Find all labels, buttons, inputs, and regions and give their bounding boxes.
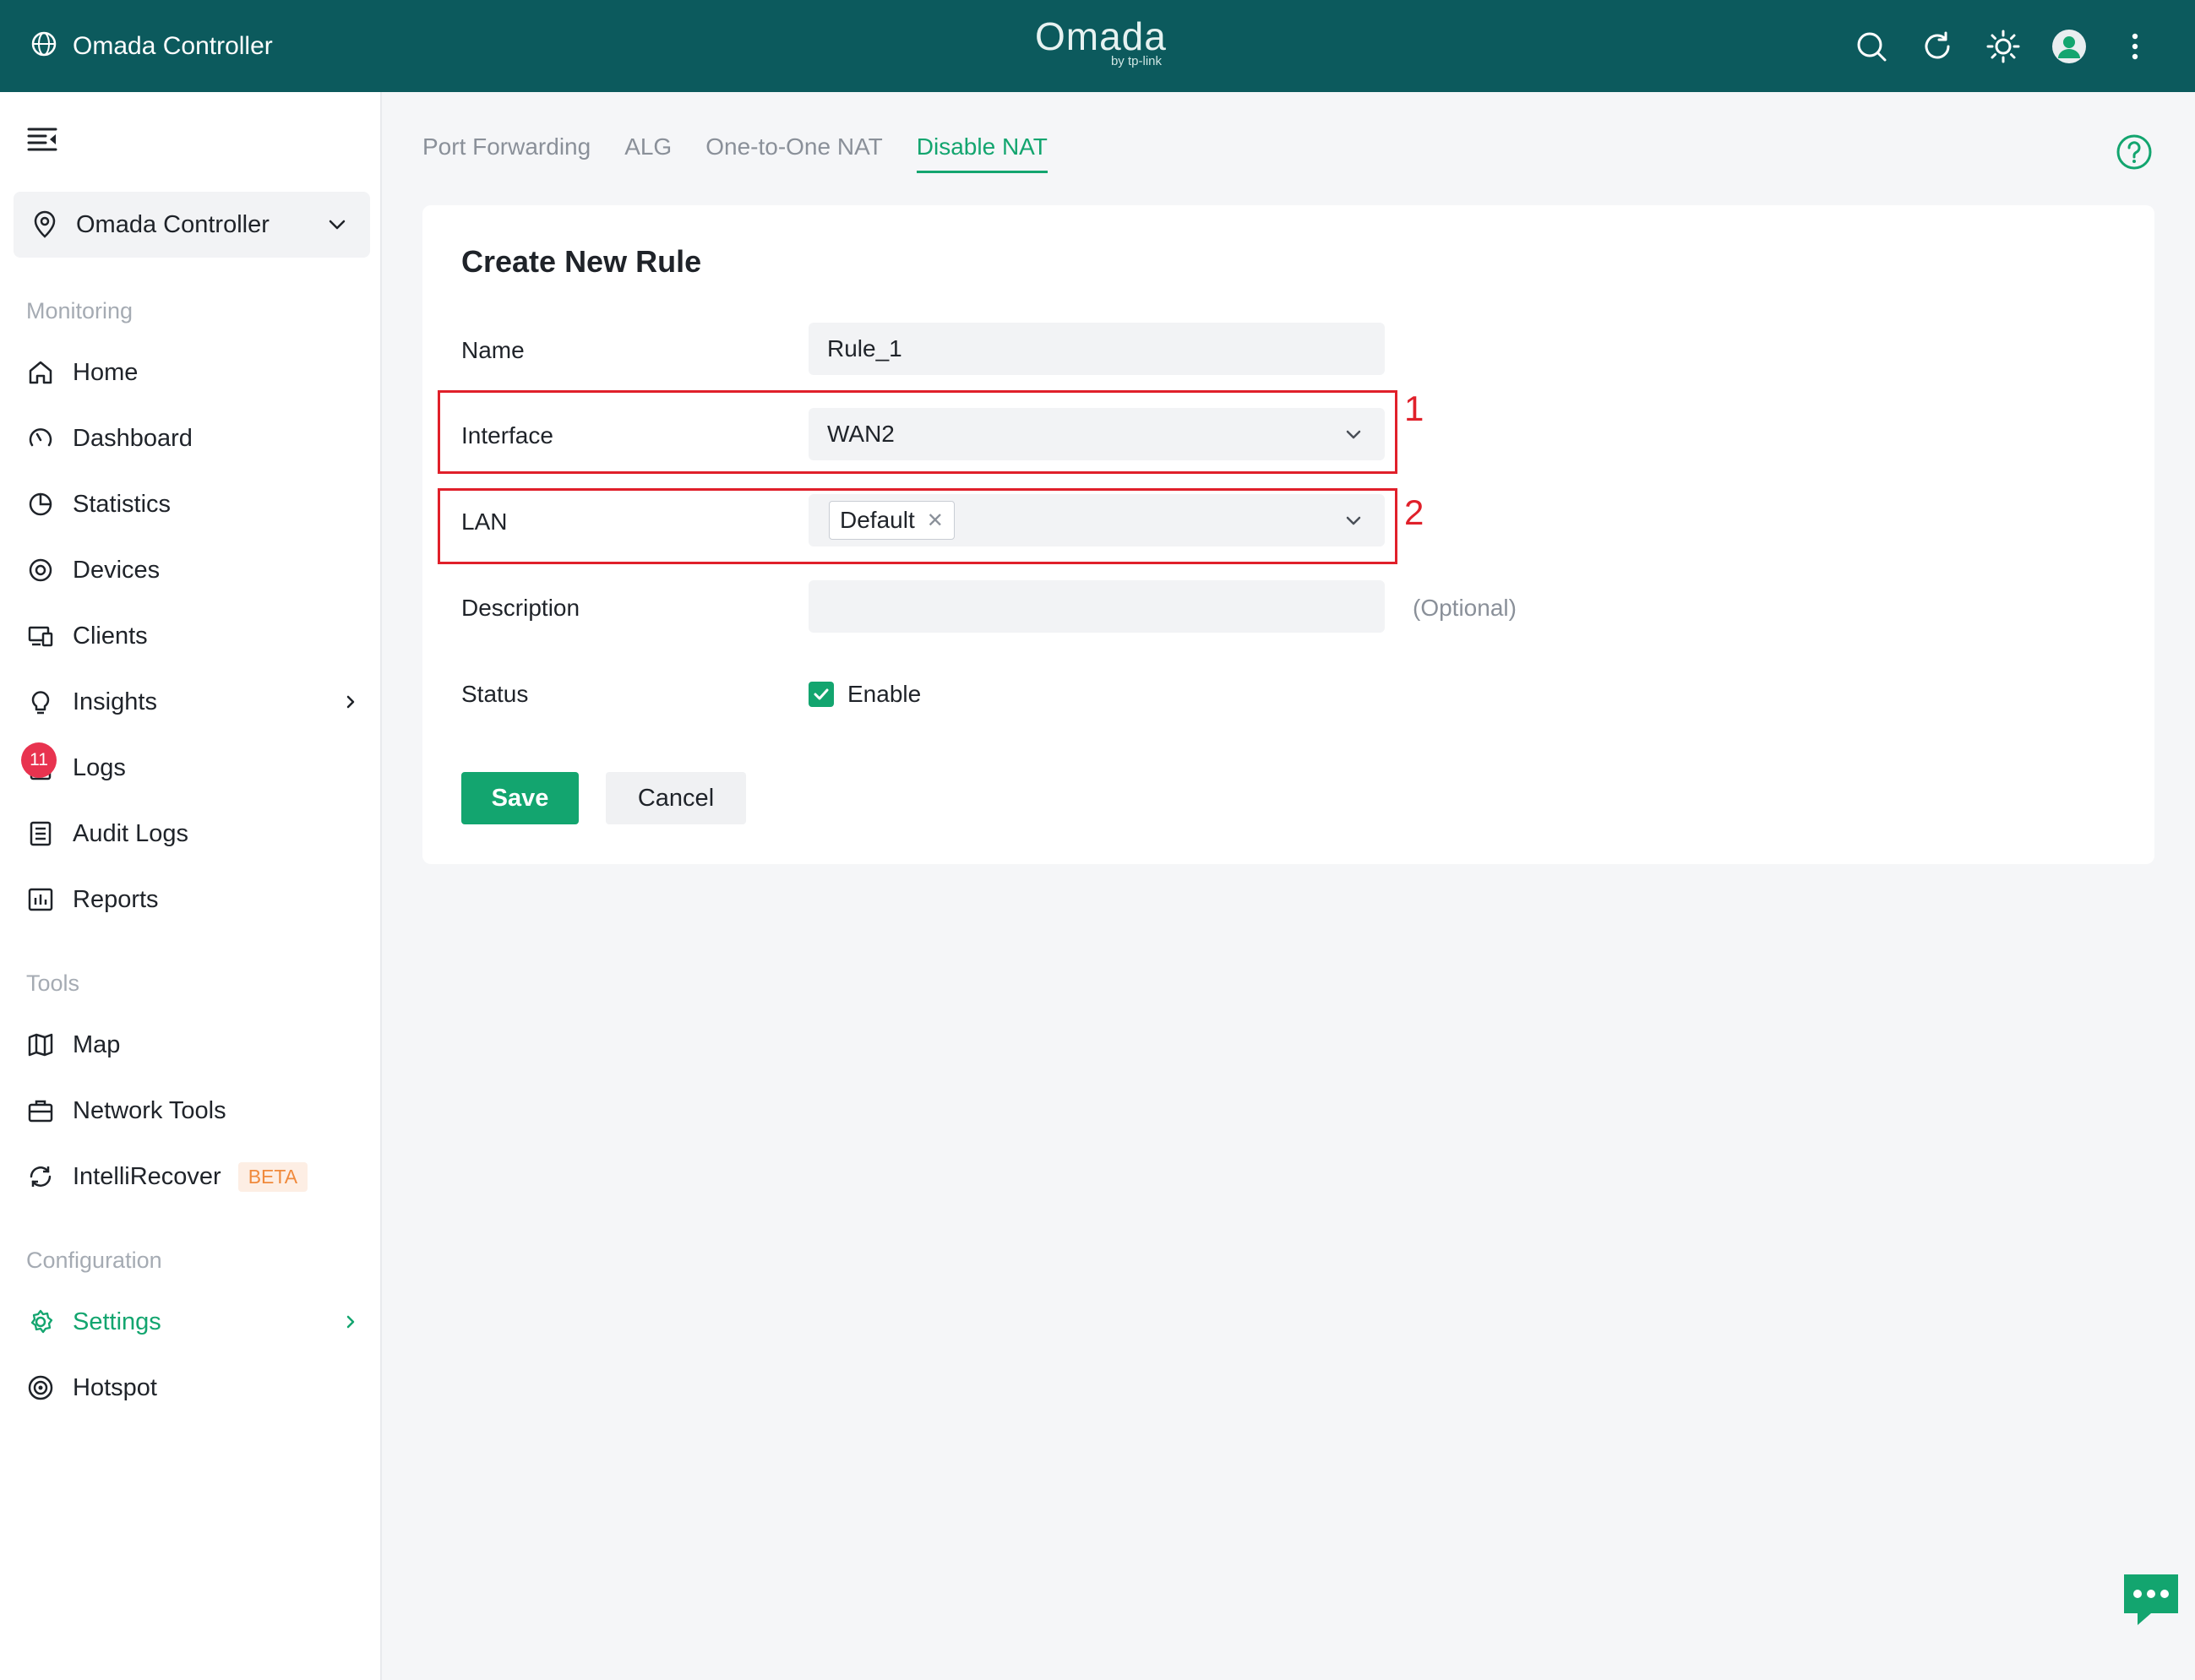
hotspot-icon bbox=[25, 1373, 56, 1403]
section-tools: Tools bbox=[26, 970, 80, 996]
reports-icon bbox=[25, 884, 56, 915]
chevron-down-icon bbox=[324, 212, 350, 237]
section-configuration: Configuration bbox=[26, 1248, 162, 1273]
dashboard-icon bbox=[25, 423, 56, 454]
description-label: Description bbox=[461, 595, 580, 621]
sidebar-item-label: Logs bbox=[73, 753, 126, 781]
cancel-button[interactable]: Cancel bbox=[606, 772, 746, 824]
sidebar-item-label: Network Tools bbox=[73, 1096, 226, 1124]
save-button[interactable]: Save bbox=[461, 772, 579, 824]
section-monitoring: Monitoring bbox=[26, 298, 133, 323]
beta-badge: BETA bbox=[237, 1161, 308, 1192]
audit-logs-icon bbox=[25, 818, 56, 849]
toolbox-icon bbox=[25, 1096, 56, 1126]
sidebar-item-label: Dashboard bbox=[73, 424, 193, 452]
sidebar-item-home[interactable]: Home bbox=[25, 347, 363, 398]
sidebar-item-hotspot[interactable]: Hotspot bbox=[25, 1362, 363, 1413]
sidebar-item-clients[interactable]: Clients bbox=[25, 611, 363, 661]
enable-checkbox[interactable] bbox=[809, 682, 834, 707]
clients-icon bbox=[25, 621, 56, 651]
chevron-right-icon bbox=[338, 1309, 363, 1335]
name-value: Rule_1 bbox=[827, 335, 902, 362]
sidebar-item-label: Clients bbox=[73, 622, 148, 650]
avatar[interactable] bbox=[2048, 25, 2090, 68]
chevron-right-icon bbox=[338, 689, 363, 715]
status-label: Status bbox=[461, 681, 529, 707]
annotation-box-2 bbox=[438, 488, 1397, 564]
name-input[interactable]: Rule_1 bbox=[809, 323, 1385, 375]
map-icon bbox=[25, 1030, 56, 1060]
sidebar-item-insights[interactable]: Insights bbox=[25, 677, 363, 727]
sidebar-item-label: IntelliRecover bbox=[73, 1162, 221, 1190]
lightbulb-icon bbox=[25, 687, 56, 717]
app-title: Omada Controller bbox=[73, 31, 273, 60]
chat-support-icon[interactable] bbox=[2121, 1571, 2181, 1628]
nat-tabs: Port Forwarding ALG One-to-One NAT Disab… bbox=[422, 133, 1048, 173]
sidebar-item-label: Home bbox=[73, 358, 139, 386]
globe-icon bbox=[30, 30, 57, 62]
sidebar-item-intellirecover[interactable]: IntelliRecover BETA bbox=[25, 1151, 363, 1202]
name-label: Name bbox=[461, 337, 525, 363]
form-title: Create New Rule bbox=[461, 244, 702, 279]
search-icon[interactable] bbox=[1850, 25, 1893, 68]
sidebar-item-label: Insights bbox=[73, 688, 157, 715]
annotation-box-1 bbox=[438, 390, 1397, 474]
sidebar-item-network-tools[interactable]: Network Tools bbox=[25, 1085, 363, 1136]
help-icon[interactable] bbox=[2116, 133, 2153, 171]
tab-alg[interactable]: ALG bbox=[624, 133, 672, 173]
description-input[interactable] bbox=[809, 580, 1385, 633]
sidebar-item-label: Settings bbox=[73, 1308, 161, 1335]
sidebar: Omada Controller Monitoring Home Dashboa… bbox=[0, 92, 382, 1680]
sidebar-item-dashboard[interactable]: Dashboard bbox=[25, 413, 363, 464]
logs-icon: 11 bbox=[21, 742, 57, 783]
sidebar-item-audit-logs[interactable]: Audit Logs bbox=[25, 808, 363, 859]
recover-icon bbox=[25, 1161, 56, 1192]
tab-port-forwarding[interactable]: Port Forwarding bbox=[422, 133, 591, 173]
notification-badge: 11 bbox=[21, 742, 57, 778]
top-bar: Omada Controller Omada by tp-link bbox=[0, 0, 2195, 92]
annotation-number-1: 1 bbox=[1404, 389, 1424, 428]
sidebar-item-label: Reports bbox=[73, 885, 159, 913]
sidebar-item-statistics[interactable]: Statistics bbox=[25, 479, 363, 530]
sidebar-item-settings[interactable]: Settings bbox=[25, 1297, 363, 1347]
sidebar-item-label: Map bbox=[73, 1030, 121, 1058]
refresh-icon[interactable] bbox=[1916, 25, 1958, 68]
tab-disable-nat[interactable]: Disable NAT bbox=[916, 133, 1048, 173]
sidebar-item-label: Devices bbox=[73, 556, 161, 584]
site-selector[interactable]: Omada Controller bbox=[14, 192, 370, 258]
collapse-menu-icon[interactable] bbox=[25, 122, 59, 156]
home-icon bbox=[25, 357, 56, 388]
enable-label[interactable]: Enable bbox=[847, 681, 921, 708]
sidebar-item-logs[interactable]: 11 Logs bbox=[21, 742, 363, 793]
sidebar-item-devices[interactable]: Devices bbox=[25, 545, 363, 595]
sidebar-item-reports[interactable]: Reports bbox=[25, 874, 363, 925]
sidebar-item-label: Audit Logs bbox=[73, 819, 189, 847]
sidebar-item-label: Statistics bbox=[73, 490, 172, 518]
tab-one-to-one-nat[interactable]: One-to-One NAT bbox=[705, 133, 883, 173]
pie-chart-icon bbox=[25, 489, 56, 519]
location-pin-icon bbox=[30, 210, 59, 239]
theme-sun-icon[interactable] bbox=[1982, 25, 2024, 68]
site-name: Omada Controller bbox=[76, 210, 270, 238]
logo-text: Omada bbox=[1035, 14, 1167, 58]
sidebar-item-map[interactable]: Map bbox=[25, 1019, 363, 1070]
sidebar-item-label: Hotspot bbox=[73, 1373, 157, 1401]
devices-icon bbox=[25, 555, 56, 585]
more-vertical-icon[interactable] bbox=[2114, 25, 2156, 68]
omada-logo: Omada by tp-link bbox=[1035, 14, 1167, 68]
annotation-number-2: 2 bbox=[1404, 492, 1424, 532]
gear-icon bbox=[25, 1307, 56, 1337]
app-header: Omada Controller bbox=[30, 0, 273, 92]
optional-hint: (Optional) bbox=[1413, 595, 1517, 621]
